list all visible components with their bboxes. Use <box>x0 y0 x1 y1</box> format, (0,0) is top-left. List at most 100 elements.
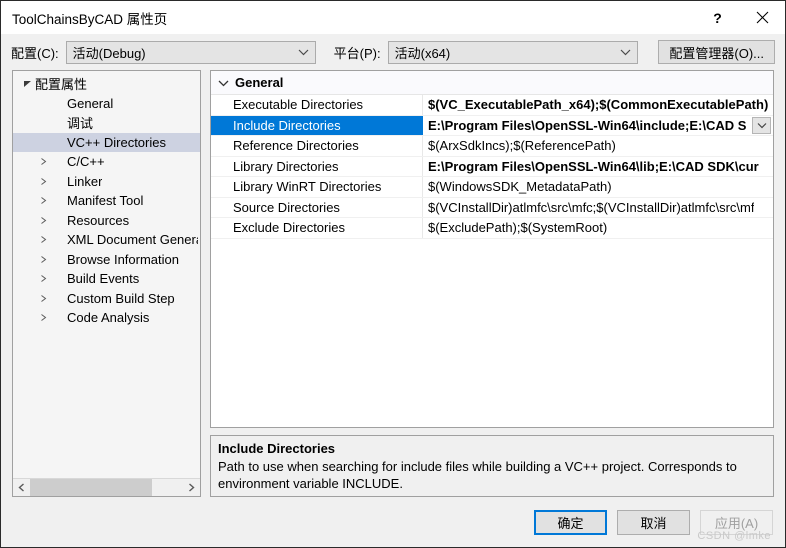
property-row[interactable]: Executable Directories $(VC_ExecutablePat… <box>211 95 773 116</box>
property-value-cell[interactable]: $(VCInstallDir)atlmfc\src\mfc;$(VCInstal… <box>423 198 773 218</box>
chevron-down-icon[interactable] <box>211 79 235 87</box>
tree-item-label: VC++ Directories <box>67 134 166 150</box>
chevron-down-icon <box>615 48 637 56</box>
triangle-right-icon[interactable] <box>35 294 51 303</box>
configuration-value: 活动(Debug) <box>72 45 146 61</box>
triangle-right-icon[interactable] <box>35 255 51 264</box>
description-text: Path to use when searching for include f… <box>218 459 737 491</box>
tree-item-custom-build-step[interactable]: Custom Build Step <box>13 289 200 309</box>
tree-item-xml-document-generat[interactable]: XML Document Generat <box>13 230 200 250</box>
property-value-cell[interactable]: $(ArxSdkIncs);$(ReferencePath) <box>423 136 773 156</box>
triangle-right-icon[interactable] <box>35 177 51 186</box>
dialog-footer: 确定 取消 应用(A) <box>1 497 785 547</box>
tree-item-label: Manifest Tool <box>67 193 144 209</box>
scrollbar-thumb[interactable] <box>30 479 153 496</box>
scroll-left-button[interactable] <box>13 479 30 496</box>
question-mark-icon: ? <box>713 9 722 26</box>
tree-item-[interactable]: 配置属性 <box>13 74 200 94</box>
triangle-right-icon[interactable] <box>35 196 51 205</box>
property-value: $(WindowsSDK_MetadataPath) <box>428 179 612 195</box>
dialog-body: 配置属性 General 调试 VC++ Directories C/C++ Linker… <box>1 70 785 497</box>
property-value: E:\Program Files\OpenSSL-Win64\lib;E:\CA… <box>428 158 759 174</box>
property-row[interactable]: Source Directories $(VCInstallDir)atlmfc\… <box>211 197 773 218</box>
tree-item-c-c[interactable]: C/C++ <box>13 152 200 172</box>
tree-horizontal-scrollbar[interactable] <box>13 478 200 496</box>
apply-button: 应用(A) <box>700 509 773 535</box>
tree-item-browse-information[interactable]: Browse Information <box>13 250 200 270</box>
property-value: $(ExcludePath);$(SystemRoot) <box>428 220 608 236</box>
tree-item-label: Linker <box>67 173 103 189</box>
property-value: $(VC_ExecutablePath_x64);$(CommonExecuta… <box>428 97 769 113</box>
property-row[interactable]: Library Directories E:\Program Files\Open… <box>211 156 773 177</box>
triangle-right-icon[interactable] <box>35 157 51 166</box>
property-grid-column: General Executable Directories $(VC_Execu… <box>210 70 774 497</box>
property-value: $(VCInstallDir)atlmfc\src\mfc;$(VCInstal… <box>428 199 755 215</box>
close-icon <box>756 11 769 24</box>
description-panel: Include Directories Path to use when sea… <box>210 435 774 497</box>
tree-item-code-analysis[interactable]: Code Analysis <box>13 308 200 328</box>
tree-item-label: 调试 <box>67 116 94 132</box>
property-name: Library WinRT Directories <box>211 177 423 197</box>
triangle-down-icon[interactable] <box>19 79 35 88</box>
property-value-cell[interactable]: $(VC_ExecutablePath_x64);$(CommonExecuta… <box>423 95 773 115</box>
triangle-right-icon[interactable] <box>35 313 51 322</box>
tree-item-label: Build Events <box>67 271 140 287</box>
property-value-cell[interactable]: $(WindowsSDK_MetadataPath) <box>423 177 773 197</box>
scroll-right-button[interactable] <box>183 479 200 496</box>
tree-item-label: Code Analysis <box>67 310 150 326</box>
property-pages-dialog: ToolChainsByCAD 属性页 ? 配置(C): 活动(Debug) 平… <box>0 0 786 548</box>
tree-item-general[interactable]: General <box>13 94 200 114</box>
property-tree-panel: 配置属性 General 调试 VC++ Directories C/C++ Linker… <box>12 70 201 497</box>
triangle-right-icon[interactable] <box>35 216 51 225</box>
property-value-cell[interactable]: $(ExcludePath);$(SystemRoot) <box>423 218 773 238</box>
property-row[interactable]: Reference Directories $(ArxSdkIncs);$(Ref… <box>211 136 773 157</box>
property-group-header[interactable]: General <box>211 71 773 95</box>
tree-item-label: Resources <box>67 212 130 228</box>
group-header-label: General <box>235 75 284 90</box>
cancel-button[interactable]: 取消 <box>617 509 690 535</box>
property-grid-panel: General Executable Directories $(VC_Execu… <box>210 70 774 428</box>
property-value: $(ArxSdkIncs);$(ReferencePath) <box>428 138 616 154</box>
platform-value: 活动(x64) <box>394 45 451 61</box>
window-title: ToolChainsByCAD 属性页 <box>12 11 168 27</box>
tree-item-label: C/C++ <box>67 154 105 170</box>
property-value-dropdown-button[interactable] <box>752 116 771 134</box>
property-value-cell[interactable]: E:\Program Files\OpenSSL-Win64\lib;E:\CA… <box>423 157 773 177</box>
chevron-left-icon <box>18 483 24 492</box>
property-row[interactable]: Include Directories E:\Program Files\Open… <box>211 115 773 136</box>
scrollbar-track[interactable] <box>30 479 183 496</box>
configuration-dropdown[interactable]: 活动(Debug) <box>65 40 316 64</box>
configuration-manager-button[interactable]: 配置管理器(O)... <box>658 40 775 64</box>
tree-item-label: Browse Information <box>67 251 179 267</box>
property-name: Source Directories <box>211 197 423 217</box>
chevron-down-icon <box>293 48 315 56</box>
triangle-right-icon[interactable] <box>35 274 51 283</box>
property-grid-rows: Executable Directories $(VC_ExecutablePat… <box>211 95 773 239</box>
configuration-bar: 配置(C): 活动(Debug) 平台(P): 活动(x64) 配置管理器(O)… <box>1 34 785 70</box>
tree-item-label: General <box>67 95 114 111</box>
tree-item-build-events[interactable]: Build Events <box>13 269 200 289</box>
property-name: Reference Directories <box>211 136 423 156</box>
property-row[interactable]: Exclude Directories $(ExcludePath);$(Syst… <box>211 218 773 239</box>
property-tree[interactable]: 配置属性 General 调试 VC++ Directories C/C++ Linker… <box>13 71 200 478</box>
ok-button[interactable]: 确定 <box>534 509 607 535</box>
property-name: Executable Directories <box>211 95 423 115</box>
triangle-right-icon[interactable] <box>35 235 51 244</box>
tree-item-[interactable]: 调试 <box>13 113 200 133</box>
tree-item-manifest-tool[interactable]: Manifest Tool <box>13 191 200 211</box>
property-value-cell[interactable]: E:\Program Files\OpenSSL-Win64\include;E… <box>423 116 773 136</box>
property-value: E:\Program Files\OpenSSL-Win64\include;E… <box>428 117 747 133</box>
help-button[interactable]: ? <box>695 1 740 34</box>
title-bar-buttons: ? <box>695 1 785 34</box>
platform-dropdown[interactable]: 活动(x64) <box>387 40 638 64</box>
description-title: Include Directories <box>218 441 336 456</box>
close-button[interactable] <box>740 1 785 34</box>
property-name: Exclude Directories <box>211 218 423 238</box>
tree-item-resources[interactable]: Resources <box>13 211 200 231</box>
tree-item-label: 配置属性 <box>35 77 88 93</box>
tree-item-vc-directories[interactable]: VC++ Directories <box>13 132 200 152</box>
property-name: Library Directories <box>211 156 423 176</box>
chevron-down-icon <box>757 122 766 129</box>
tree-item-linker[interactable]: Linker <box>13 172 200 192</box>
property-row[interactable]: Library WinRT Directories $(WindowsSDK_Me… <box>211 177 773 198</box>
